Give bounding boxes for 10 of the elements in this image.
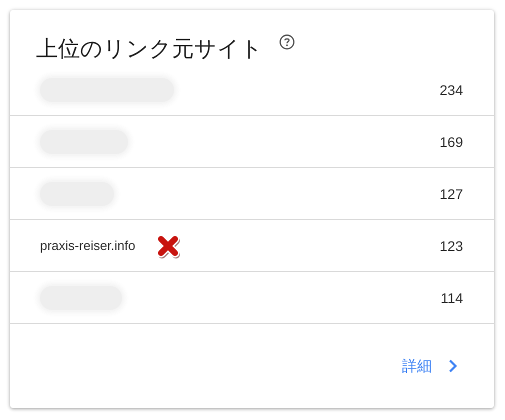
link-count: 234	[440, 82, 463, 98]
site-name: praxis-reiser.info	[40, 238, 136, 253]
link-count: 169	[440, 134, 463, 150]
link-count: 123	[440, 238, 463, 254]
chevron-right-icon[interactable]	[448, 359, 458, 373]
details-link[interactable]: 詳細	[402, 356, 432, 376]
link-count: 127	[440, 186, 463, 202]
help-icon[interactable]	[279, 34, 295, 50]
link-count: 114	[440, 290, 463, 306]
card-title: 上位のリンク元サイト	[36, 36, 263, 64]
